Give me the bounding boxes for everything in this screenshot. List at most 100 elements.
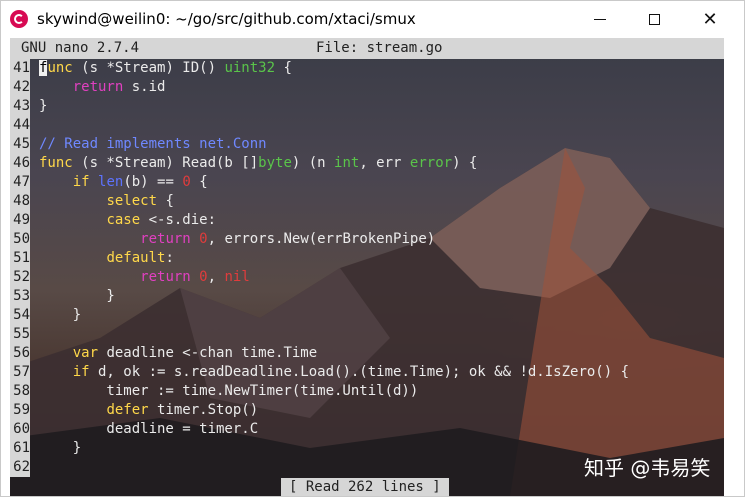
code-token: func	[39, 155, 73, 171]
line-number: 44	[10, 116, 30, 135]
code-token: 0	[182, 174, 191, 190]
title-bar[interactable]: skywind@weilin0: ~/go/src/github.com/xta…	[1, 1, 744, 38]
code-token: return	[140, 269, 191, 285]
code-line[interactable]: 48 select {	[10, 192, 724, 211]
code-line[interactable]: 55	[10, 325, 724, 344]
nano-version: GNU nano 2.7.4	[21, 40, 140, 56]
line-number: 47	[10, 173, 30, 192]
code-token: {	[190, 174, 208, 190]
code-line[interactable]: 60 deadline = timer.C	[10, 420, 724, 439]
code-line[interactable]: 54 }	[10, 306, 724, 325]
code-line[interactable]: 51 default:	[10, 249, 724, 268]
code-token: 0	[199, 231, 208, 247]
code-token: deadline <-chan time.Time	[98, 345, 318, 361]
line-number: 55	[10, 325, 30, 344]
code-token: (s *Stream) Read(b []	[72, 155, 259, 171]
terminal-area[interactable]: GNU nano 2.7.4 File: stream.go 41 func (…	[10, 38, 724, 496]
close-icon: ✕	[702, 8, 718, 30]
line-number: 52	[10, 268, 30, 287]
code-line[interactable]: 46 func (s *Stream) Read(b []byte) (n in…	[10, 154, 724, 173]
line-number: 49	[10, 211, 30, 230]
code-line[interactable]: 49 case <-s.die:	[10, 211, 724, 230]
maximize-button[interactable]	[631, 1, 677, 38]
code-line[interactable]: 58 timer := time.NewTimer(time.Until(d))	[10, 382, 724, 401]
minimize-button[interactable]	[577, 1, 623, 38]
line-number: 46	[10, 154, 30, 173]
code-token: , err	[359, 155, 410, 171]
code-token: (b) ==	[123, 174, 183, 190]
code-line[interactable]: 43 }	[10, 97, 724, 116]
code-token: defer	[106, 402, 149, 418]
code-token: return	[140, 231, 191, 247]
code-token: select	[106, 193, 158, 209]
code-token: func	[39, 60, 73, 76]
line-number: 61	[10, 439, 30, 458]
code-token: var	[72, 345, 99, 361]
code-editor[interactable]: 41 func (s *Stream) ID() uint32 {42 retu…	[10, 59, 724, 477]
text-cursor: f	[39, 60, 48, 76]
line-number: 42	[10, 78, 30, 97]
line-number: 56	[10, 344, 30, 363]
code-token: }	[39, 288, 115, 304]
line-number: 53	[10, 287, 30, 306]
line-number: 43	[10, 97, 30, 116]
code-line[interactable]: 42 return s.id	[10, 78, 724, 97]
nano-title-bar: GNU nano 2.7.4 File: stream.go	[10, 38, 724, 59]
code-token: deadline = timer.C	[39, 421, 259, 437]
code-line[interactable]: 50 return 0, errors.New(errBrokenPipe)	[10, 230, 724, 249]
code-token: ,	[207, 269, 225, 285]
code-token: s.id	[123, 79, 166, 95]
code-token: ) (n	[291, 155, 335, 171]
code-token: }	[39, 98, 48, 114]
code-token: int	[334, 155, 360, 171]
line-number: 58	[10, 382, 30, 401]
code-line[interactable]: 41 func (s *Stream) ID() uint32 {	[10, 59, 724, 78]
code-token: case	[106, 212, 141, 228]
code-token: }	[39, 440, 82, 456]
code-token: if	[72, 174, 90, 190]
code-token: byte	[258, 155, 292, 171]
code-token: timer := time.NewTimer(time.Until(d))	[39, 383, 419, 399]
code-token: }	[39, 307, 82, 323]
code-line[interactable]: 59 defer timer.Stop()	[10, 401, 724, 420]
code-line[interactable]: 56 var deadline <-chan time.Time	[10, 344, 724, 363]
code-token: {	[157, 193, 174, 209]
window-title: skywind@weilin0: ~/go/src/github.com/xta…	[37, 10, 416, 28]
code-token: , errors.New(errBrokenPipe)	[207, 231, 436, 247]
watermark: 知乎 @韦易笑	[584, 456, 711, 480]
code-line[interactable]: 45 // Read implements net.Conn	[10, 135, 724, 154]
status-message: [ Read 262 lines ]	[281, 478, 449, 496]
minimize-icon	[594, 19, 606, 20]
line-number: 41	[10, 59, 30, 78]
line-number: 60	[10, 420, 30, 439]
code-token: len	[98, 174, 124, 190]
line-number: 50	[10, 230, 30, 249]
file-name: File: stream.go	[316, 40, 443, 56]
line-number: 54	[10, 306, 30, 325]
line-number: 57	[10, 363, 30, 382]
line-number: 59	[10, 401, 30, 420]
code-line[interactable]: 47 if len(b) == 0 {	[10, 173, 724, 192]
code-line[interactable]: 53 }	[10, 287, 724, 306]
code-line[interactable]: 44	[10, 116, 724, 135]
line-number: 62	[10, 458, 30, 477]
code-line[interactable]: 52 return 0, nil	[10, 268, 724, 287]
code-line[interactable]: 57 if d, ok := s.readDeadline.Load().(ti…	[10, 363, 724, 382]
code-token: :	[165, 250, 174, 266]
line-number: 51	[10, 249, 30, 268]
close-button[interactable]: ✕	[687, 1, 733, 38]
maximize-icon	[648, 14, 660, 25]
code-token: // Read implements net.Conn	[39, 136, 267, 152]
